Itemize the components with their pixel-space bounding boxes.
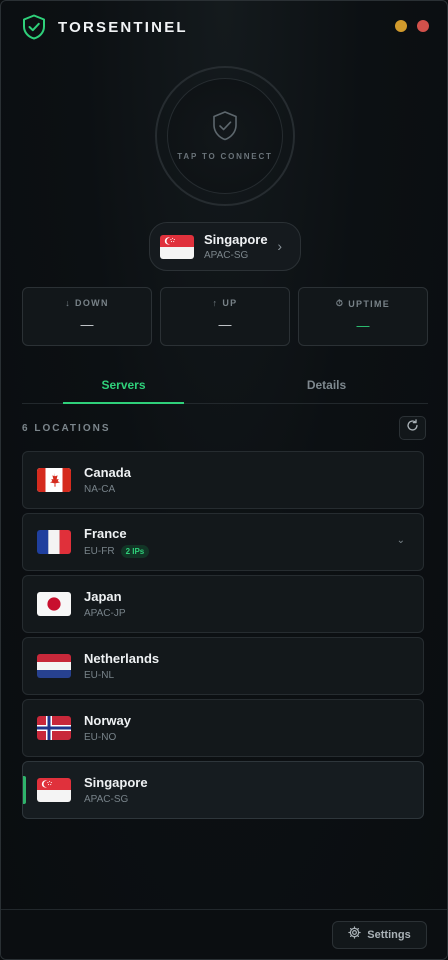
server-list: Canada NA-CA France EU-FR 2 IPs ⌄ Japan … <box>22 451 424 823</box>
app-title: TORSENTINEL <box>58 18 188 36</box>
server-row-singapore[interactable]: Singapore APAC-SG <box>22 761 424 819</box>
chevron-down-icon[interactable]: ⌄ <box>397 535 405 546</box>
server-name: Norway <box>84 713 131 728</box>
selected-indicator <box>23 776 26 804</box>
refresh-icon <box>406 419 419 437</box>
refresh-button[interactable] <box>399 416 426 440</box>
server-name: France <box>84 526 127 541</box>
stat-down: ↓ DOWN — <box>22 287 152 346</box>
server-code: APAC-JP <box>84 608 126 619</box>
server-name: Netherlands <box>84 651 160 666</box>
arrow-up-icon: ↑ <box>212 298 219 308</box>
connect-button-inner: TAP TO CONNECT <box>167 78 283 194</box>
flag-singapore-icon <box>37 778 71 802</box>
server-name: Canada <box>84 465 131 480</box>
shield-icon <box>211 110 239 142</box>
server-code: EU-NL <box>84 670 115 681</box>
selected-server-name: Singapore <box>204 232 268 247</box>
server-code: NA-CA <box>84 484 116 495</box>
server-name: Japan <box>84 589 122 604</box>
tab-bar: Servers Details <box>22 371 428 404</box>
connect-label: TAP TO CONNECT <box>177 151 273 161</box>
selected-server-code: APAC-SG <box>204 250 249 261</box>
title-bar: TORSENTINEL <box>1 1 447 53</box>
stat-uptime-label: UPTIME <box>348 298 391 309</box>
server-code: APAC-SG <box>84 794 129 805</box>
server-code: EU-NO <box>84 732 117 743</box>
app-window: TORSENTINEL TAP TO CONNECT Singapore APA… <box>0 0 448 960</box>
stat-uptime-value: — <box>356 318 370 333</box>
stat-uptime: ⏱ UPTIME — <box>298 287 428 346</box>
flag-netherlands-icon <box>37 654 71 678</box>
server-row-norway[interactable]: Norway EU-NO <box>22 699 424 757</box>
stat-up-value: — <box>218 317 232 332</box>
server-name: Singapore <box>84 775 148 790</box>
settings-button[interactable]: Settings <box>332 921 427 949</box>
flag-japan-icon <box>37 592 71 616</box>
flag-singapore-icon <box>160 234 194 259</box>
minimize-button[interactable] <box>395 20 407 32</box>
server-row-japan[interactable]: Japan APAC-JP <box>22 575 424 633</box>
server-row-france[interactable]: France EU-FR 2 IPs ⌄ <box>22 513 424 571</box>
shield-check-icon <box>22 14 46 40</box>
flag-france-icon <box>37 530 71 554</box>
tab-servers[interactable]: Servers <box>22 371 225 404</box>
server-selector[interactable]: Singapore APAC-SG › <box>149 222 301 271</box>
stats-panel: ↓ DOWN — ↑ UP — ⏱ UPTIME — <box>22 287 428 346</box>
flag-norway-icon <box>37 716 71 740</box>
server-code: EU-FR <box>84 546 115 557</box>
stat-up-label: UP <box>222 298 238 308</box>
stat-down-value: — <box>80 317 94 332</box>
close-button[interactable] <box>417 20 429 32</box>
stat-down-label: DOWN <box>75 298 109 308</box>
chevron-right-icon: › <box>277 238 282 254</box>
ip-count-badge: 2 IPs <box>120 545 150 558</box>
window-controls <box>395 20 429 32</box>
settings-label: Settings <box>367 929 411 941</box>
arrow-down-icon: ↓ <box>65 298 72 308</box>
connect-button[interactable]: TAP TO CONNECT <box>155 66 295 206</box>
stopwatch-icon: ⏱ <box>335 298 345 308</box>
gear-icon <box>348 926 361 944</box>
flag-canada-icon <box>37 468 71 492</box>
server-row-netherlands[interactable]: Netherlands EU-NL <box>22 637 424 695</box>
locations-count: 6 LOCATIONS <box>22 423 111 434</box>
server-row-canada[interactable]: Canada NA-CA <box>22 451 424 509</box>
stat-up: ↑ UP — <box>160 287 290 346</box>
tab-details[interactable]: Details <box>225 371 428 403</box>
footer: Settings <box>1 909 447 959</box>
